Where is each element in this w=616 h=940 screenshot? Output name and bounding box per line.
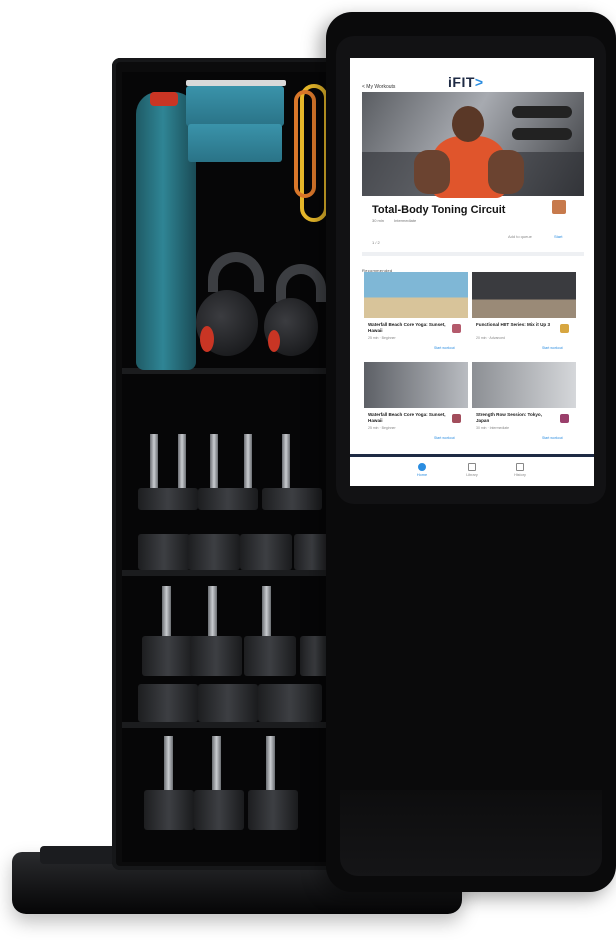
dumbbell-handle xyxy=(164,736,173,792)
shelf-lower xyxy=(122,722,337,728)
dumbbell-handle xyxy=(178,434,186,490)
dumbbell-head xyxy=(258,684,322,722)
dumbbell-handle xyxy=(212,736,221,792)
workout-card[interactable]: Strength Row Session: Tokyo, Japan 30 mi… xyxy=(472,362,576,440)
dumbbell-handle xyxy=(208,586,217,638)
dumbbell-head xyxy=(294,534,330,570)
dumbbell-handle xyxy=(262,586,271,638)
trainer-thumbnail xyxy=(552,200,566,214)
workout-card-meta: 25 min · Beginner xyxy=(368,426,396,430)
dumbbell-handle xyxy=(150,434,158,490)
dumbbell-head xyxy=(198,488,258,510)
trainer-avatar xyxy=(452,324,461,333)
dumbbell-head xyxy=(138,488,198,510)
workout-card-title: Waterfall Beach Core Yoga: Sunset, Hawai… xyxy=(368,412,446,423)
app-screen: < My Workouts iFIT> Total-Body Toning Ci… xyxy=(350,58,594,486)
dumbbell-head xyxy=(144,790,194,830)
workout-card-title: Strength Row Session: Tokyo, Japan xyxy=(476,412,543,423)
trainer-avatar xyxy=(560,414,569,423)
featured-level: Intermediate xyxy=(394,218,417,223)
dumbbell-handle xyxy=(162,586,171,638)
nav-home-label: Home xyxy=(416,473,428,477)
tablet-lower-panel xyxy=(340,790,602,876)
dumbbell-rack-bg xyxy=(512,106,572,118)
dumbbell-head xyxy=(142,636,194,676)
bottom-nav: Home Library History xyxy=(350,454,594,486)
workout-card-title: Functional HIIT Series: Mix it Up 3 xyxy=(476,322,551,327)
workout-card-image xyxy=(472,272,576,318)
workout-card-meta: 30 min · Intermediate xyxy=(476,426,510,430)
dumbbell-handle xyxy=(244,434,252,490)
library-icon xyxy=(468,463,476,471)
trainer-head xyxy=(452,106,484,142)
dumbbell-head xyxy=(138,684,198,722)
water-bottle xyxy=(136,92,196,370)
nav-history[interactable]: History xyxy=(500,463,540,477)
workout-card[interactable]: Waterfall Beach Core Yoga: Sunset, Hawai… xyxy=(364,362,468,440)
nav-home[interactable]: Home xyxy=(402,463,442,477)
dumbbell-head xyxy=(188,534,240,570)
dumbbell-rack-bg xyxy=(512,128,572,140)
kettlebell-right-accent xyxy=(268,330,280,352)
featured-hero-image[interactable] xyxy=(362,92,584,198)
workout-card[interactable]: Waterfall Beach Core Yoga: Sunset, Hawai… xyxy=(364,272,468,350)
yoga-block-top xyxy=(186,86,284,126)
history-icon xyxy=(516,463,524,471)
nav-library[interactable]: Library xyxy=(452,463,492,477)
dumbbell-head xyxy=(198,684,258,722)
dumbbell-head xyxy=(190,636,242,676)
trainer-avatar xyxy=(560,324,569,333)
workout-card-meta: 25 min · Beginner xyxy=(368,336,396,340)
resistance-band-orange xyxy=(294,90,316,198)
logo-chevron: > xyxy=(474,74,484,90)
workout-card-image xyxy=(364,272,468,318)
yoga-block-bottom xyxy=(188,124,282,162)
shelf-middle xyxy=(122,570,337,576)
workout-card-image xyxy=(472,362,576,408)
trainer-avatar xyxy=(452,414,461,423)
trainer-arm xyxy=(488,150,524,194)
start-workout-button[interactable]: Start workout xyxy=(434,346,455,350)
dumbbell-head xyxy=(240,534,292,570)
workout-card-image xyxy=(364,362,468,408)
featured-pager: 1 / 2 xyxy=(372,240,380,245)
dumbbell-handle xyxy=(266,736,275,792)
workout-card-title: Waterfall Beach Core Yoga: Sunset, Hawai… xyxy=(368,322,446,333)
home-icon xyxy=(418,463,426,471)
dumbbell-head xyxy=(262,488,322,510)
dumbbell-head xyxy=(248,790,298,830)
water-bottle-cap xyxy=(150,92,178,106)
workout-card-meta: 20 min · Advanced xyxy=(476,336,505,340)
start-workout-button[interactable]: Start workout xyxy=(542,346,563,350)
nav-history-label: History xyxy=(514,473,526,477)
dumbbell-handle xyxy=(282,434,290,490)
featured-title: Total-Body Toning Circuit xyxy=(372,204,506,216)
section-divider xyxy=(362,252,584,256)
dumbbell-head xyxy=(194,790,244,830)
ifit-logo: iFIT> xyxy=(448,74,484,90)
kettlebell-left-accent xyxy=(200,326,214,352)
nav-library-label: Library xyxy=(466,473,478,477)
workout-card[interactable]: Functional HIIT Series: Mix it Up 3 20 m… xyxy=(472,272,576,350)
trainer-arm xyxy=(414,150,450,194)
start-link[interactable]: Start xyxy=(554,234,562,239)
dumbbell-handle xyxy=(210,434,218,490)
start-workout-button[interactable]: Start workout xyxy=(542,436,563,440)
dumbbell-head xyxy=(138,534,190,570)
dumbbell-head xyxy=(244,636,296,676)
start-workout-button[interactable]: Start workout xyxy=(434,436,455,440)
logo-text: iFIT xyxy=(448,74,475,90)
back-link[interactable]: < My Workouts xyxy=(362,84,395,90)
strap xyxy=(186,80,286,86)
add-to-queue-link[interactable]: Add to queue xyxy=(508,234,532,239)
featured-duration: 30 min xyxy=(372,218,385,223)
